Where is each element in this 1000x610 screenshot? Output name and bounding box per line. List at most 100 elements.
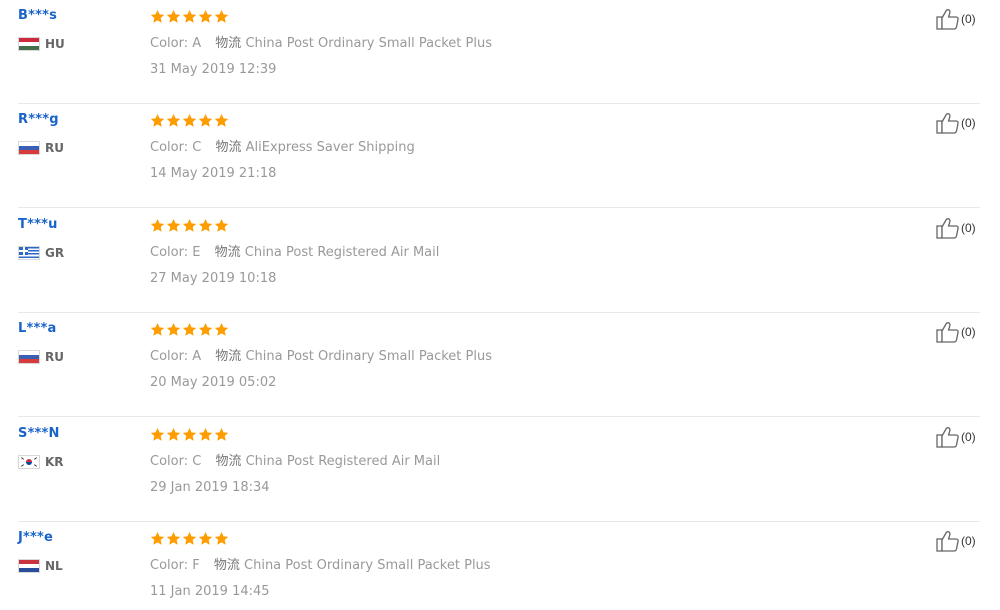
reviewer-country: RU: [18, 349, 64, 365]
review-date: 31 May 2019 12:39: [150, 62, 277, 77]
order-info: Color: A 物流 China Post Ordinary Small Pa…: [150, 345, 492, 364]
review-date: 14 May 2019 21:18: [150, 166, 277, 181]
star-icon: [198, 322, 213, 336]
thumbs-up-icon: [936, 113, 959, 134]
helpful-count: (0): [961, 221, 976, 235]
logistics-value: China Post Ordinary Small Packet Plus: [245, 36, 492, 51]
logistics-label: 物流: [213, 558, 240, 573]
review-date: 29 Jan 2019 18:34: [150, 480, 270, 495]
helpful-button[interactable]: (0): [936, 321, 976, 343]
russia-flag-icon: [18, 350, 40, 364]
country-code: NL: [45, 559, 63, 573]
helpful-button[interactable]: (0): [936, 530, 976, 552]
reviewer-name-link[interactable]: R***g: [18, 112, 59, 127]
color-value: E: [192, 245, 201, 260]
star-icon: [182, 531, 197, 545]
star-icon: [214, 218, 229, 232]
logistics-label: 物流: [215, 454, 242, 469]
star-icon: [214, 427, 229, 441]
star-icon: [166, 322, 181, 336]
star-icon: [198, 113, 213, 127]
color-label: Color:: [150, 454, 189, 469]
greece-flag-icon: [18, 246, 40, 260]
star-icon: [166, 218, 181, 232]
helpful-button[interactable]: (0): [936, 426, 976, 448]
review-item: T***u GR Color: E 物流 China Post Register…: [0, 209, 1000, 313]
logistics-value: AliExpress Saver Shipping: [245, 140, 415, 155]
reviewer-name-link[interactable]: J***e: [18, 530, 53, 545]
color-value: C: [192, 140, 202, 155]
country-code: GR: [45, 246, 65, 260]
south-korea-flag-icon: [18, 455, 40, 469]
star-icon: [214, 9, 229, 23]
logistics-label: 物流: [214, 245, 241, 260]
country-code: KR: [45, 455, 64, 469]
reviewer-country: GR: [18, 245, 64, 261]
thumbs-up-icon: [936, 322, 959, 343]
color-value: A: [192, 36, 202, 51]
reviewer-name-link[interactable]: S***N: [18, 426, 60, 441]
star-icon: [214, 113, 229, 127]
country-code: RU: [45, 350, 64, 364]
reviewer-name-link[interactable]: B***s: [18, 8, 57, 23]
order-info: Color: C 物流 China Post Registered Air Ma…: [150, 450, 440, 469]
star-rating: [150, 531, 229, 546]
reviewer-country: RU: [18, 140, 64, 156]
star-icon: [182, 427, 197, 441]
review-date: 11 Jan 2019 14:45: [150, 584, 270, 599]
logistics-value: China Post Ordinary Small Packet Plus: [245, 349, 492, 364]
review-date: 27 May 2019 10:18: [150, 271, 277, 286]
thumbs-up-icon: [936, 531, 959, 552]
thumbs-up-icon: [936, 218, 959, 239]
review-divider: [18, 207, 980, 208]
review-divider: [18, 416, 980, 417]
hungary-flag-icon: [18, 37, 40, 51]
star-icon: [150, 9, 165, 23]
helpful-button[interactable]: (0): [936, 8, 976, 30]
reviewer-name-link[interactable]: T***u: [18, 217, 58, 232]
logistics-label: 物流: [215, 140, 242, 155]
star-icon: [166, 113, 181, 127]
netherlands-flag-icon: [18, 559, 40, 573]
color-label: Color:: [150, 349, 189, 364]
star-icon: [182, 113, 197, 127]
logistics-value: China Post Ordinary Small Packet Plus: [244, 558, 491, 573]
star-icon: [150, 427, 165, 441]
review-date: 20 May 2019 05:02: [150, 375, 277, 390]
star-rating: [150, 113, 229, 128]
logistics-value: China Post Registered Air Mail: [244, 245, 440, 260]
star-icon: [198, 9, 213, 23]
star-rating: [150, 427, 229, 442]
helpful-button[interactable]: (0): [936, 112, 976, 134]
reviewer-country: NL: [18, 558, 63, 574]
country-code: HU: [45, 37, 65, 51]
order-info: Color: A 物流 China Post Ordinary Small Pa…: [150, 32, 492, 51]
order-info: Color: C 物流 AliExpress Saver Shipping: [150, 136, 415, 155]
review-item: S***N KR Color: C 物流 China Post Register…: [0, 418, 1000, 522]
star-icon: [166, 531, 181, 545]
star-icon: [150, 113, 165, 127]
logistics-label: 物流: [215, 349, 242, 364]
helpful-count: (0): [961, 534, 976, 548]
helpful-count: (0): [961, 116, 976, 130]
star-rating: [150, 322, 229, 337]
color-label: Color:: [150, 245, 189, 260]
color-value: F: [192, 558, 200, 573]
helpful-button[interactable]: (0): [936, 217, 976, 239]
star-icon: [198, 427, 213, 441]
thumbs-up-icon: [936, 427, 959, 448]
logistics-value: China Post Registered Air Mail: [245, 454, 441, 469]
star-icon: [214, 322, 229, 336]
country-code: RU: [45, 141, 64, 155]
color-value: C: [192, 454, 202, 469]
star-icon: [198, 531, 213, 545]
reviewer-name-link[interactable]: L***a: [18, 321, 56, 336]
star-icon: [166, 9, 181, 23]
russia-flag-icon: [18, 141, 40, 155]
star-icon: [198, 218, 213, 232]
helpful-count: (0): [961, 325, 976, 339]
star-icon: [182, 322, 197, 336]
star-rating: [150, 9, 229, 24]
star-icon: [182, 218, 197, 232]
color-label: Color:: [150, 558, 189, 573]
